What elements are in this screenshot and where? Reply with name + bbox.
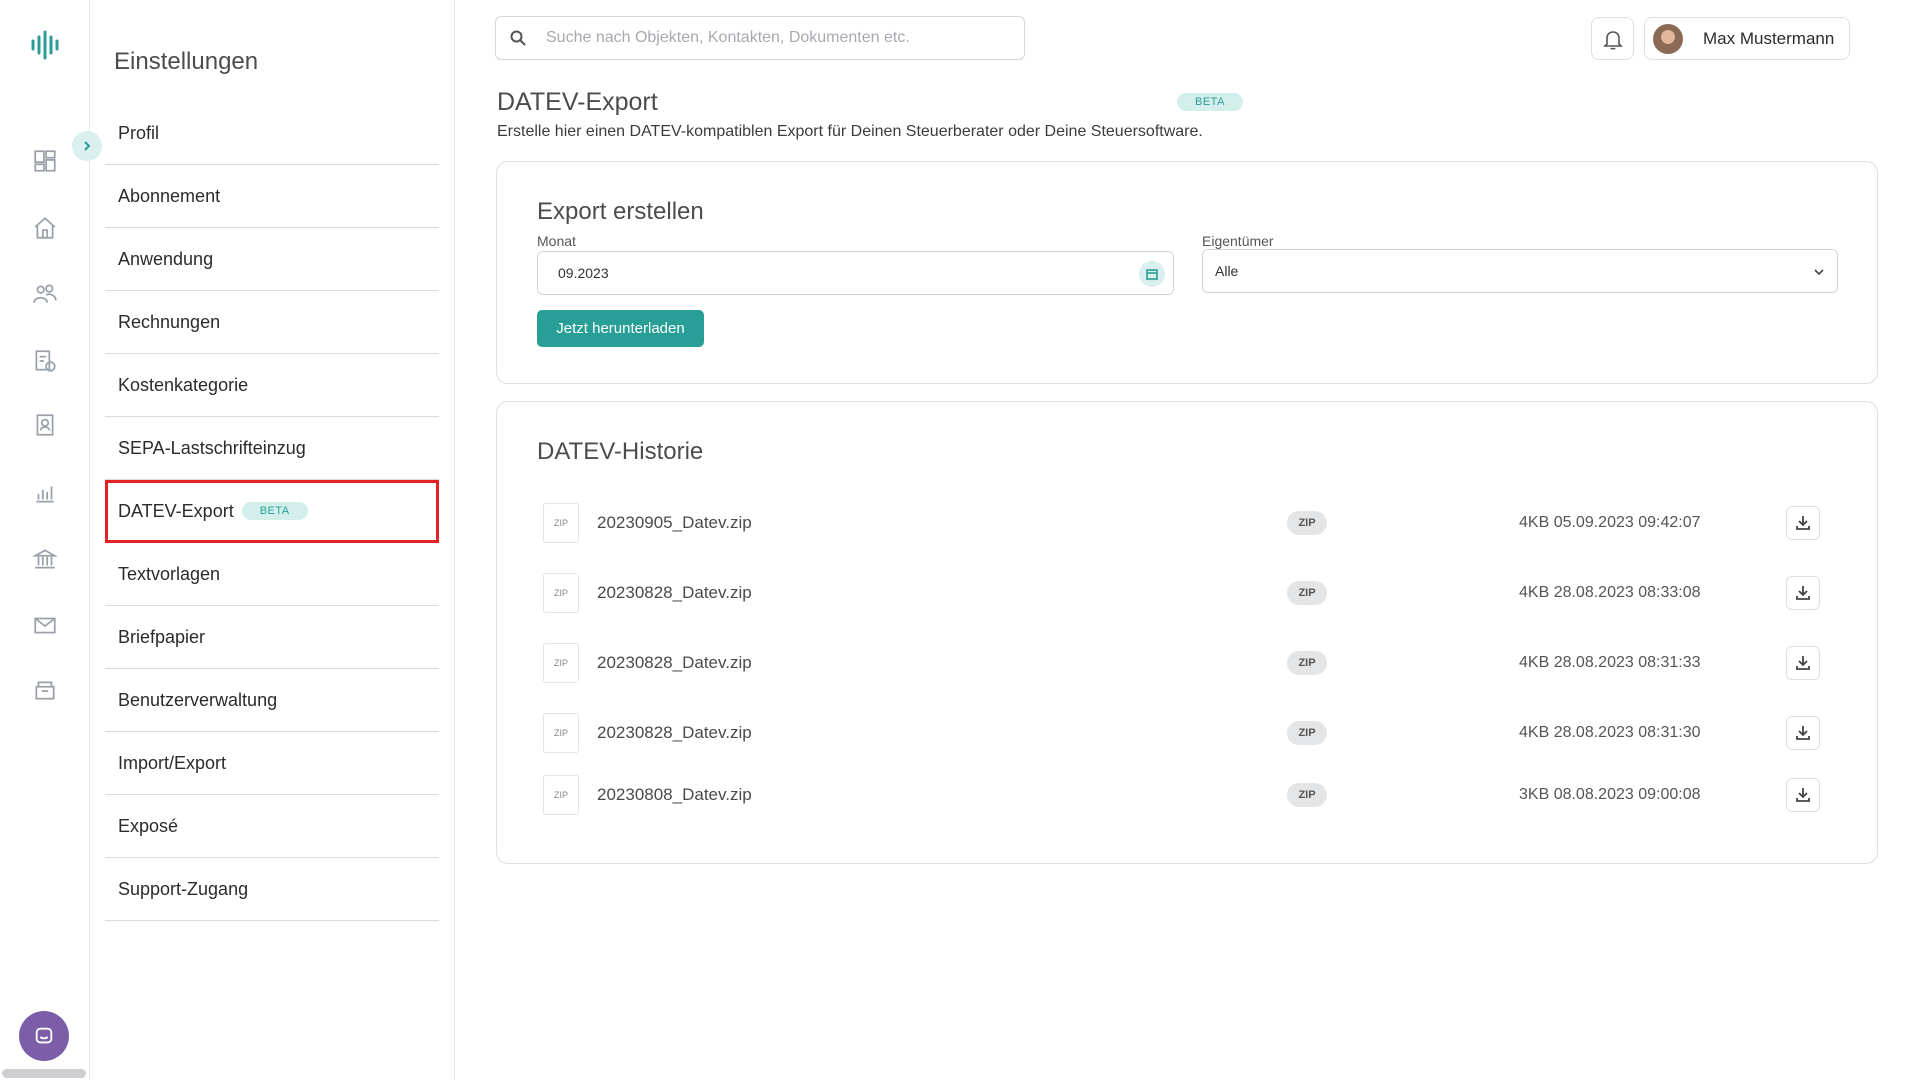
export-card-title: Export erstellen — [537, 198, 704, 225]
month-value: 09.2023 — [558, 265, 609, 281]
download-button[interactable] — [1786, 778, 1820, 812]
file-name: 20230905_Datev.zip — [597, 513, 752, 532]
horizontal-scrollbar[interactable] — [2, 1069, 86, 1078]
icon-rail — [0, 0, 90, 1080]
file-type-badge: ZIP — [1287, 511, 1327, 535]
file-meta: 4KB 28.08.2023 08:31:30 — [1519, 724, 1701, 741]
bell-icon — [1602, 30, 1623, 50]
file-meta: 4KB 28.08.2023 08:33:08 — [1519, 584, 1701, 601]
page-title: DATEV-Export — [497, 88, 658, 116]
settings-item-kostenkategorie[interactable]: Kostenkategorie — [105, 354, 439, 417]
archive-icon[interactable] — [30, 675, 60, 705]
settings-item-briefpapier[interactable]: Briefpapier — [105, 606, 439, 669]
bank-icon[interactable] — [30, 544, 60, 574]
history-row: ZIP 20230828_Datev.zip ZIP 4KB 28.08.202… — [537, 641, 1837, 685]
settings-menu: Profil Abonnement Anwendung Rechnungen K… — [105, 102, 439, 921]
settings-item-rechnungen[interactable]: Rechnungen — [105, 291, 439, 354]
settings-title: Einstellungen — [114, 48, 259, 75]
calendar-icon[interactable] — [1139, 261, 1165, 287]
settings-item-import-export[interactable]: Import/Export — [105, 732, 439, 795]
file-name: 20230828_Datev.zip — [597, 583, 752, 602]
file-meta: 4KB 28.08.2023 08:31:33 — [1519, 654, 1701, 671]
history-card: DATEV-Historie ZIP 20230905_Datev.zip ZI… — [496, 401, 1878, 864]
file-type-badge: ZIP — [1287, 721, 1327, 745]
export-card: Export erstellen Monat 09.2023 Eigentüme… — [496, 161, 1878, 384]
mail-icon[interactable] — [30, 610, 60, 640]
settings-sidebar: Einstellungen Profil Abonnement Anwendun… — [91, 0, 455, 1080]
settings-item-profil[interactable]: Profil — [105, 102, 439, 165]
page-title-row: DATEV-Export BETA — [497, 88, 1243, 117]
download-now-button[interactable]: Jetzt herunterladen — [537, 310, 704, 347]
contacts-icon[interactable] — [30, 279, 60, 309]
settings-item-anwendung[interactable]: Anwendung — [105, 228, 439, 291]
history-row: ZIP 20230808_Datev.zip ZIP 3KB 08.08.202… — [537, 773, 1837, 817]
zip-file-icon: ZIP — [543, 643, 579, 683]
zip-file-icon: ZIP — [543, 713, 579, 753]
page-description: Erstelle hier einen DATEV-kompatiblen Ex… — [497, 123, 1203, 140]
file-type-badge: ZIP — [1287, 581, 1327, 605]
settings-item-abonnement[interactable]: Abonnement — [105, 165, 439, 228]
search-box[interactable] — [495, 16, 1025, 60]
sidebar-toggle-button[interactable] — [72, 131, 102, 161]
file-type-badge: ZIP — [1287, 783, 1327, 807]
logo-icon[interactable] — [28, 28, 62, 62]
avatar — [1653, 23, 1683, 54]
documents-money-icon[interactable] — [30, 346, 60, 376]
user-name: Max Mustermann — [1703, 28, 1835, 48]
search-icon — [510, 30, 526, 46]
download-icon — [1796, 788, 1810, 802]
history-row: ZIP 20230828_Datev.zip ZIP 4KB 28.08.202… — [537, 711, 1837, 755]
search-input[interactable] — [546, 29, 986, 47]
tenant-icon[interactable] — [30, 410, 60, 440]
statistics-icon[interactable] — [30, 478, 60, 508]
settings-item-support-zugang[interactable]: Support-Zugang — [105, 858, 439, 921]
title-beta-badge: BETA — [1177, 93, 1243, 111]
chat-icon[interactable] — [19, 1011, 69, 1061]
file-meta: 3KB 08.08.2023 09:00:08 — [1519, 786, 1701, 803]
file-name: 20230808_Datev.zip — [597, 785, 752, 804]
download-icon — [1796, 586, 1810, 600]
month-label: Monat — [537, 233, 576, 249]
settings-item-sepa[interactable]: SEPA-Lastschrifteinzug — [105, 417, 439, 480]
owner-value: Alle — [1215, 263, 1239, 279]
download-icon — [1796, 516, 1810, 530]
file-name: 20230828_Datev.zip — [597, 653, 752, 672]
zip-file-icon: ZIP — [543, 775, 579, 815]
download-button[interactable] — [1786, 646, 1820, 680]
download-button[interactable] — [1786, 506, 1820, 540]
zip-file-icon: ZIP — [543, 503, 579, 543]
beta-badge: BETA — [241, 502, 308, 520]
main-content: Max Mustermann DATEV-Export BETA Erstell… — [455, 0, 1920, 1080]
user-menu[interactable]: Max Mustermann — [1644, 17, 1850, 60]
home-icon[interactable] — [30, 213, 60, 243]
history-card-title: DATEV-Historie — [537, 438, 704, 465]
history-row: ZIP 20230905_Datev.zip ZIP 4KB 05.09.202… — [537, 501, 1837, 545]
download-button[interactable] — [1786, 576, 1820, 610]
file-meta: 4KB 05.09.2023 09:42:07 — [1519, 514, 1701, 531]
zip-file-icon: ZIP — [543, 573, 579, 613]
chevron-down-icon — [1814, 269, 1824, 276]
settings-item-benutzerverwaltung[interactable]: Benutzerverwaltung — [105, 669, 439, 732]
owner-label: Eigentümer — [1202, 233, 1274, 249]
owner-select[interactable]: Alle — [1202, 249, 1838, 293]
download-icon — [1796, 656, 1810, 670]
chevron-right-icon — [84, 141, 91, 151]
file-name: 20230828_Datev.zip — [597, 723, 752, 742]
download-button[interactable] — [1786, 716, 1820, 750]
dashboard-icon[interactable] — [30, 146, 60, 176]
settings-item-expose[interactable]: Exposé — [105, 795, 439, 858]
settings-item-datev-export[interactable]: DATEV-Export BETA — [105, 480, 439, 543]
month-field[interactable]: 09.2023 — [537, 251, 1174, 295]
history-row: ZIP 20230828_Datev.zip ZIP 4KB 28.08.202… — [537, 571, 1837, 615]
settings-item-textvorlagen[interactable]: Textvorlagen — [105, 543, 439, 606]
notifications-button[interactable] — [1591, 17, 1634, 60]
file-type-badge: ZIP — [1287, 651, 1327, 675]
download-icon — [1796, 726, 1810, 740]
